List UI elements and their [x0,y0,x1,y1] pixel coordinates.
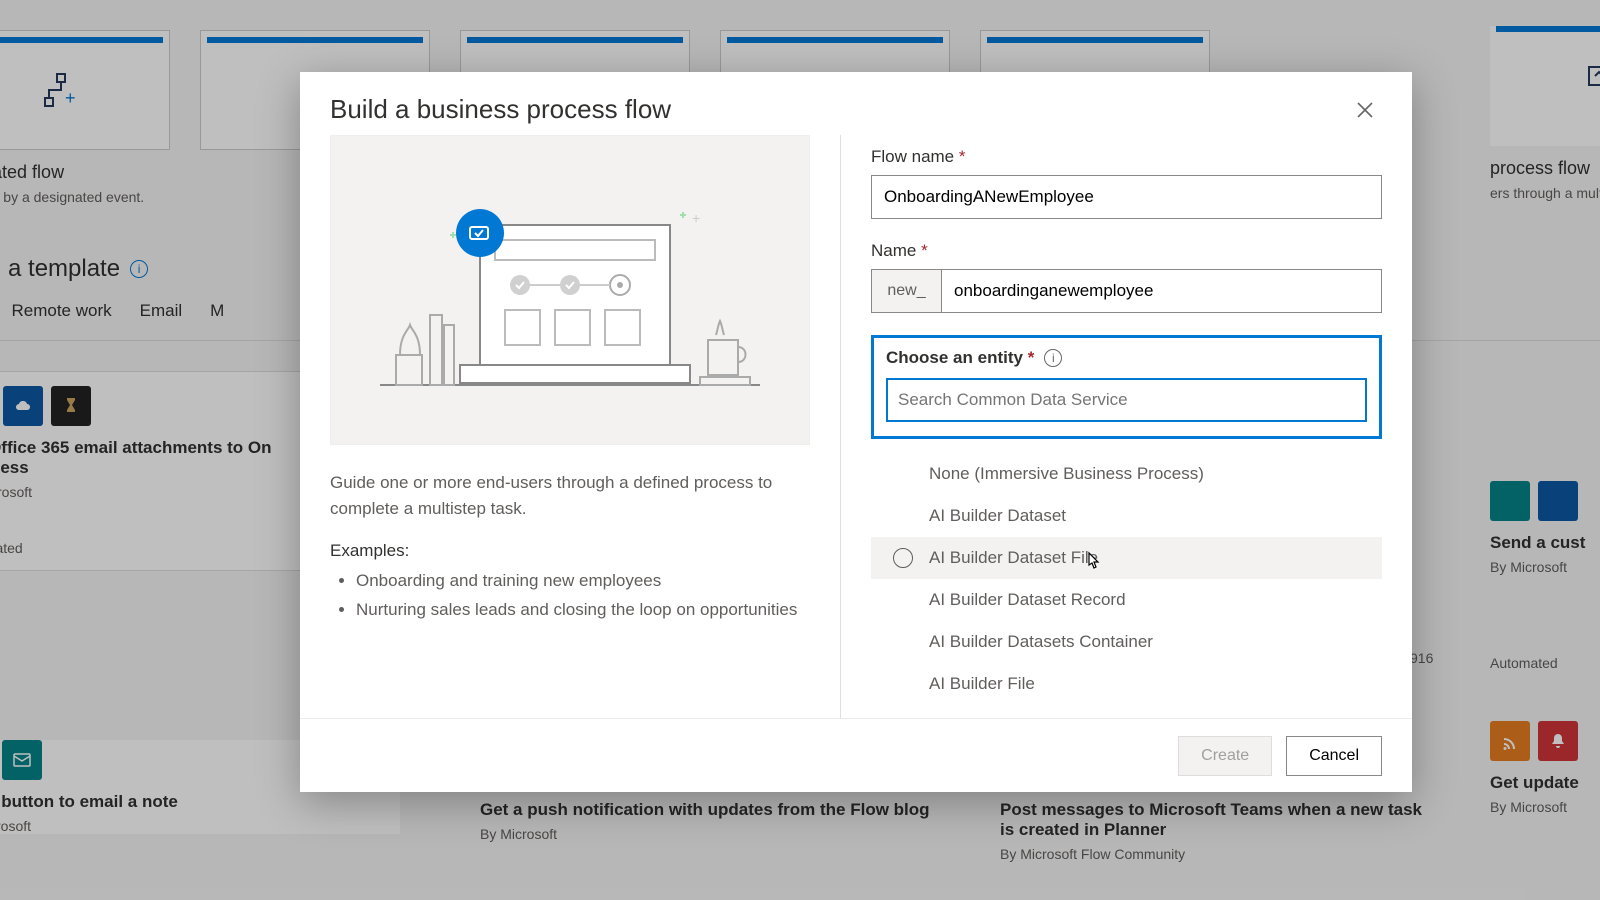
entity-option[interactable]: AI Builder Dataset File [871,537,1382,579]
close-button[interactable] [1348,97,1382,123]
info-icon[interactable]: i [1044,349,1062,367]
example-item: Onboarding and training new employees [356,567,810,596]
entity-label: Choose an entity * [886,348,1034,368]
illustration: + [330,135,810,445]
examples-list: Onboarding and training new employees Nu… [330,567,810,625]
entity-option[interactable]: AI Builder Dataset [871,495,1382,537]
entity-search-input[interactable] [886,378,1367,422]
name-prefix: new_ [871,269,941,313]
flow-name-input[interactable] [871,175,1382,219]
dialog-right-pane: Flow name * Name * new_ Choose an entity… [840,135,1412,718]
examples-label: Examples: [330,541,810,561]
dialog-description: Guide one or more end-users through a de… [330,470,810,521]
svg-text:+: + [692,210,700,226]
choose-entity-section: Choose an entity * i [871,335,1382,439]
entity-option[interactable]: AI Builder File [871,663,1382,705]
example-item: Nurturing sales leads and closing the lo… [356,596,810,625]
flow-name-label: Flow name * [871,147,1382,167]
name-input[interactable] [941,269,1382,313]
entity-option-list: None (Immersive Business Process) AI Bui… [871,453,1382,718]
cancel-button[interactable]: Cancel [1286,736,1382,776]
radio-icon [893,548,913,568]
entity-option[interactable]: AI Builder Dataset Record [871,579,1382,621]
create-button[interactable]: Create [1178,736,1272,776]
entity-option[interactable]: None (Immersive Business Process) [871,453,1382,495]
build-bpf-dialog: Build a business process flow [300,72,1412,792]
dialog-title: Build a business process flow [330,94,671,125]
entity-option[interactable]: AI Builder Datasets Container [871,621,1382,663]
entity-option[interactable]: AI Builder File Attached Data [871,705,1382,718]
dialog-left-pane: + Guide one or more end-users through a … [330,135,840,718]
name-label: Name * [871,241,1382,261]
